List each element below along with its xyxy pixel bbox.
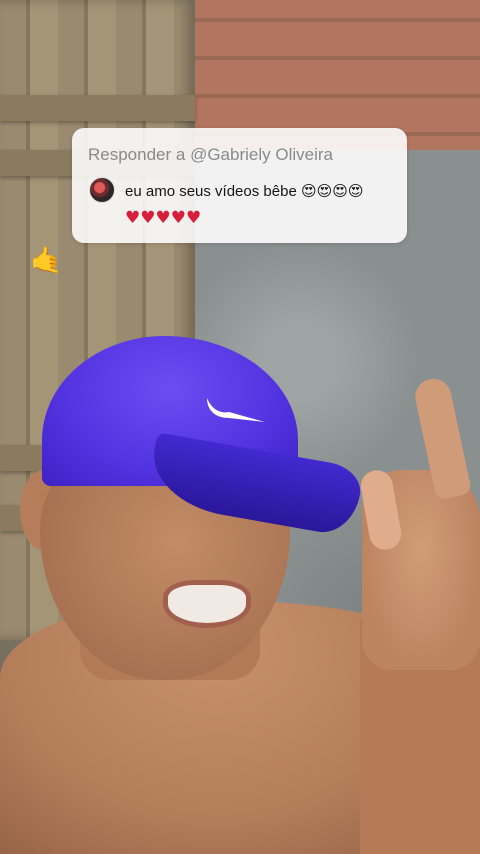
comment-line: eu amo seus vídeos bêbe 😍😍😍😍 — [125, 183, 364, 200]
call-me-hand-icon: 🤙 — [30, 246, 63, 276]
nike-swoosh-icon — [207, 398, 265, 422]
reply-comment-text: eu amo seus vídeos bêbe 😍😍😍😍 ♥♥♥♥♥ — [125, 178, 395, 232]
person-mouth — [168, 585, 246, 623]
reply-comment-sticker[interactable]: Responder a @Gabriely Oliveira eu amo se… — [72, 128, 407, 243]
commenter-avatar — [89, 177, 115, 203]
hearts-line: ♥♥♥♥♥ — [125, 208, 202, 228]
reply-header: Responder a @Gabriely Oliveira — [88, 145, 333, 164]
door-beam — [0, 95, 195, 121]
